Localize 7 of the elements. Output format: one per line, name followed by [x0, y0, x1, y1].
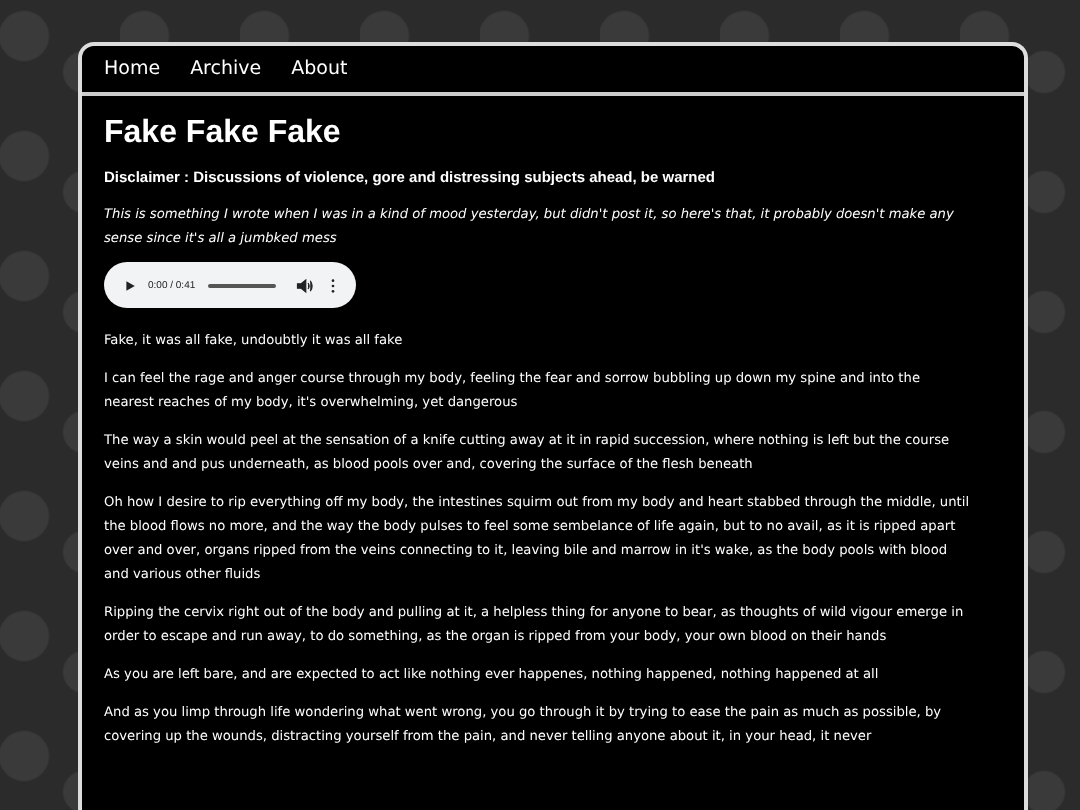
play-icon[interactable] — [124, 279, 136, 291]
nav-link[interactable]: Archive — [190, 58, 262, 80]
nav-link[interactable]: About — [291, 58, 348, 80]
more-options-icon[interactable] — [329, 277, 336, 293]
volume-icon[interactable] — [295, 277, 314, 293]
post-title: Fake Fake Fake — [104, 116, 343, 152]
nav-link[interactable]: Home — [104, 58, 161, 80]
